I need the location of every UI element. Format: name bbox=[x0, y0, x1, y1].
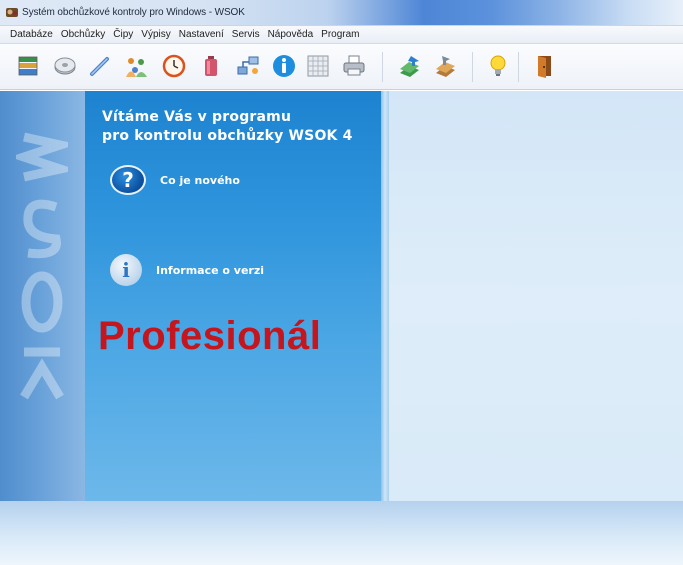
books-icon bbox=[18, 56, 38, 76]
grid-icon bbox=[307, 55, 329, 77]
lightbulb-icon bbox=[490, 55, 506, 76]
wand-icon bbox=[90, 57, 109, 76]
left-logo-strip bbox=[0, 91, 85, 501]
welcome-line-2: pro kontrolu obchůzky WSOK 4 bbox=[102, 128, 353, 144]
exit-button[interactable] bbox=[530, 52, 558, 80]
version-info-label[interactable]: Informace o verzi bbox=[156, 264, 264, 277]
info-circle-icon[interactable]: i bbox=[110, 254, 142, 286]
network-button[interactable] bbox=[234, 52, 262, 80]
menu-bar: Databáze Obchůzky Čipy Výpisy Nastavení … bbox=[0, 26, 683, 44]
import-icon bbox=[436, 56, 455, 77]
menu-cipy[interactable]: Čipy bbox=[109, 29, 137, 40]
right-content-area bbox=[389, 91, 683, 501]
toolbar-separator bbox=[382, 52, 383, 82]
app-icon[interactable] bbox=[5, 5, 19, 19]
lightbulb-button[interactable] bbox=[484, 52, 512, 80]
export-icon bbox=[400, 56, 419, 77]
clock-button[interactable] bbox=[160, 52, 188, 80]
menu-obchuzky[interactable]: Obchůzky bbox=[57, 29, 109, 40]
disc-button[interactable] bbox=[51, 52, 79, 80]
menu-program[interactable]: Program bbox=[317, 29, 363, 40]
network-icon bbox=[237, 56, 259, 75]
welcome-line-1: Vítáme Vás v programu bbox=[102, 109, 292, 125]
window-title: Systém obchůzkové kontroly pro Windows -… bbox=[22, 7, 245, 18]
battery-button[interactable] bbox=[197, 52, 225, 80]
info-button[interactable] bbox=[270, 52, 298, 80]
import-button[interactable] bbox=[432, 52, 460, 80]
menu-napoveda[interactable]: Nápověda bbox=[264, 29, 318, 40]
export-button[interactable] bbox=[396, 52, 424, 80]
menu-databaze[interactable]: Databáze bbox=[6, 29, 57, 40]
disc-icon bbox=[54, 57, 76, 75]
grid-button[interactable] bbox=[304, 52, 332, 80]
welcome-panel bbox=[85, 91, 381, 501]
menu-vypisy[interactable]: Výpisy bbox=[137, 29, 174, 40]
toolbar-separator bbox=[472, 52, 473, 82]
people-icon bbox=[126, 58, 147, 77]
title-bar: Systém obchůzkové kontroly pro Windows -… bbox=[0, 0, 683, 26]
toolbar-separator bbox=[518, 52, 519, 82]
people-button[interactable] bbox=[122, 52, 150, 80]
whats-new-link[interactable]: ? Co je nového bbox=[110, 165, 240, 195]
exit-door-icon bbox=[538, 56, 551, 78]
printer-button[interactable] bbox=[340, 52, 368, 80]
edition-label: Profesionál bbox=[98, 314, 322, 358]
panel-divider bbox=[381, 91, 389, 501]
toolbar bbox=[0, 44, 683, 90]
menu-nastaveni[interactable]: Nastavení bbox=[175, 29, 228, 40]
whats-new-label[interactable]: Co je nového bbox=[160, 174, 240, 187]
question-icon[interactable]: ? bbox=[110, 165, 146, 195]
welcome-heading: Vítáme Vás v programu pro kontrolu obchů… bbox=[102, 108, 382, 146]
wsok-watermark-logo bbox=[16, 132, 68, 400]
version-info-link[interactable]: i Informace o verzi bbox=[110, 254, 264, 286]
battery-icon bbox=[205, 56, 217, 76]
bottom-band bbox=[0, 501, 683, 565]
clock-icon bbox=[162, 54, 186, 78]
wand-button[interactable] bbox=[86, 52, 114, 80]
printer-icon bbox=[343, 55, 365, 76]
info-icon bbox=[273, 55, 295, 77]
menu-servis[interactable]: Servis bbox=[228, 29, 264, 40]
books-button[interactable] bbox=[14, 52, 42, 80]
